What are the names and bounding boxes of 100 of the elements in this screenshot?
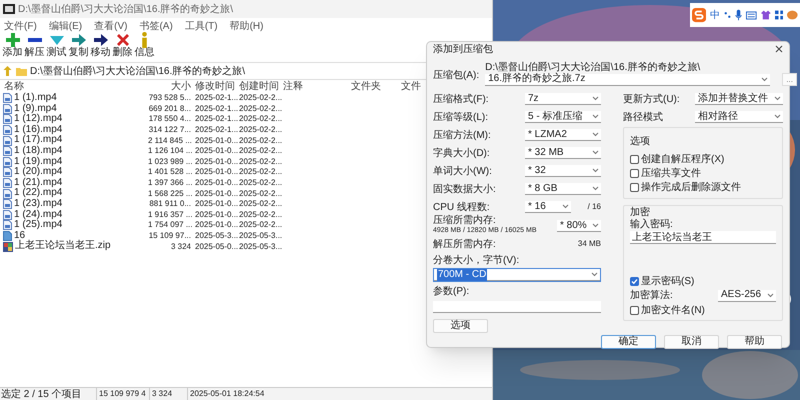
checkbox[interactable] xyxy=(630,154,639,164)
checkbox-label: 显示密码(S) xyxy=(641,274,694,288)
chevron-down-icon xyxy=(774,114,781,119)
option-dropdown[interactable]: * LZMA2 xyxy=(525,129,601,141)
menu-item[interactable]: 编辑(E) xyxy=(48,19,82,34)
input-mode-toggle[interactable]: 中 xyxy=(710,8,720,22)
file-list-item[interactable]: 1 (1).mp4 xyxy=(0,93,148,104)
table-cell: 1 126 104 ... xyxy=(148,145,191,158)
table-cell: 881 911 0... xyxy=(148,198,191,210)
password-field[interactable]: 上老王论坛当老王 xyxy=(630,231,776,244)
file-list-item[interactable]: 上老王论坛当老王.zip xyxy=(0,241,148,252)
option-dropdown[interactable]: 7z xyxy=(525,93,601,105)
grid-icon[interactable] xyxy=(774,10,784,20)
file-list-item[interactable]: 1 (16).mp4 xyxy=(0,124,148,136)
file-list-item[interactable]: 1 (20).mp4 xyxy=(0,167,148,178)
options-button[interactable]: 选项 xyxy=(433,319,488,333)
checkbox[interactable] xyxy=(630,306,639,314)
table-cell: 1 023 989 ... xyxy=(148,156,191,168)
app-icon xyxy=(3,4,15,14)
microphone-icon[interactable] xyxy=(735,9,742,21)
toolbar-button[interactable]: 信息 xyxy=(134,32,155,58)
file-list-item[interactable]: 1 (9).mp4 xyxy=(0,104,148,114)
shirt-icon[interactable] xyxy=(760,10,771,20)
file-list-item[interactable]: 1 (25).mp4 xyxy=(0,220,148,231)
column-header[interactable]: 名称 xyxy=(0,80,148,93)
dialog-button[interactable]: 取消 xyxy=(664,335,719,349)
menu-item[interactable]: 工具(T) xyxy=(184,19,218,34)
table-cell: 1 916 357 ... xyxy=(148,208,191,221)
keyboard-icon[interactable] xyxy=(746,10,757,20)
encryption-method-dropdown[interactable]: AES-256 xyxy=(718,290,776,302)
field-label: 解压所需内存: xyxy=(433,238,496,252)
field-label: 字典大小(D): xyxy=(433,146,490,160)
chevron-down-icon xyxy=(592,150,599,155)
x-icon xyxy=(114,32,130,48)
archive-name-combobox[interactable]: 16.胖爷的奇妙之旅.7z xyxy=(485,74,770,86)
file-list-item[interactable]: 1 (19).mp4 xyxy=(0,156,148,168)
file-list-item[interactable]: 1 (23).mp4 xyxy=(0,198,148,210)
memory-dropdown[interactable]: * 80% xyxy=(557,220,601,232)
punctuation-icon[interactable] xyxy=(724,11,732,19)
video-file-icon xyxy=(3,93,12,104)
video-file-icon xyxy=(3,156,12,167)
close-icon[interactable] xyxy=(775,45,783,53)
field-label: 固实数据大小: xyxy=(433,182,496,196)
parameters-field[interactable] xyxy=(433,301,601,313)
option-dropdown[interactable]: 5 - 标准压缩 xyxy=(525,111,601,123)
thread-count-dropdown[interactable]: * 16 xyxy=(525,201,571,213)
checkbox[interactable] xyxy=(630,168,639,178)
file-list-item[interactable]: 1 (24).mp4 xyxy=(0,210,148,220)
field-label: 加密算法: xyxy=(630,288,673,303)
toolbar-button[interactable]: 移动 xyxy=(90,32,111,58)
column-header[interactable]: 文件夹 xyxy=(341,80,391,93)
checkbox-label: 压缩共享文件 xyxy=(641,166,701,180)
video-file-icon xyxy=(3,167,12,178)
toolbar-button[interactable]: 复制 xyxy=(68,32,89,58)
field-label: 压缩包(A): xyxy=(433,68,480,83)
option-dropdown[interactable]: * 8 GB xyxy=(525,183,601,195)
table-cell-text: 2025-01-0... xyxy=(194,166,235,178)
browse-button[interactable]: ... xyxy=(782,73,798,86)
menu-item[interactable]: 查看(V) xyxy=(94,19,128,34)
table-cell: 1 754 097 ... xyxy=(148,219,191,232)
table-cell-text: 2025-01-0... xyxy=(194,188,235,200)
file-list-item[interactable]: 1 (12).mp4 xyxy=(0,114,148,125)
field-label: 分卷大小，字节(V): xyxy=(433,254,520,268)
checkbox-label: 加密文件名(N) xyxy=(641,304,705,318)
menu-item[interactable]: 帮助(H) xyxy=(230,19,264,34)
menu-item[interactable]: 文件(F) xyxy=(4,19,37,34)
option-dropdown[interactable]: * 32 MB xyxy=(525,147,601,159)
dialog-button[interactable]: 帮助 xyxy=(727,335,782,349)
column-header[interactable]: 大小 xyxy=(148,80,191,93)
menu-item[interactable]: 书签(A) xyxy=(139,19,173,34)
file-list-item[interactable]: 1 (22).mp4 xyxy=(0,188,148,199)
option-dropdown[interactable]: * 32 xyxy=(525,165,601,177)
file-list-item[interactable]: 1 (18).mp4 xyxy=(0,146,148,157)
file-list-item[interactable]: 1 (21).mp4 xyxy=(0,178,148,188)
video-file-icon xyxy=(3,188,12,199)
dialog-title: 添加到压缩包 xyxy=(433,42,493,56)
folder-path: D:\墨督山伯爵\习大大论治国\16.胖爷的奇妙之旅\ xyxy=(485,62,702,73)
dialog-button[interactable]: 确定 xyxy=(601,335,656,349)
column-header[interactable]: 修改时间 xyxy=(191,80,235,93)
toolbar-button[interactable]: 添加 xyxy=(2,32,23,58)
file-list-item[interactable]: 1 (17).mp4 xyxy=(0,135,148,146)
chevron-down-icon xyxy=(592,96,599,101)
option-dropdown[interactable]: 相对路径 xyxy=(695,111,783,123)
toolbar-button[interactable]: 测试 xyxy=(46,32,67,58)
window-title: D:\墨督山伯爵\习大大论治国\16.胖爷的奇妙之旅\ xyxy=(18,2,234,16)
toolbar-button[interactable]: 解压 xyxy=(24,32,45,58)
checkbox[interactable] xyxy=(630,182,639,192)
chevron-down-icon xyxy=(761,76,768,82)
s-logo-icon[interactable] xyxy=(692,7,706,23)
chevron-down-icon xyxy=(592,114,599,119)
volume-size-combobox[interactable]: 700M - CD xyxy=(434,269,600,281)
table-cell: 178 550 4... xyxy=(148,113,191,126)
folder-icon xyxy=(16,66,27,76)
table-cell-text: 2025-02-1... xyxy=(194,124,235,136)
checkbox[interactable] xyxy=(630,276,639,286)
column-header[interactable]: 创建时间 xyxy=(235,80,279,93)
column-header[interactable]: 注释 xyxy=(279,80,341,93)
status-text: 15 109 979 4 xyxy=(98,388,147,400)
toolbar-button[interactable]: 删除 xyxy=(112,32,133,58)
option-dropdown[interactable]: 添加并替换文件 xyxy=(695,93,783,105)
